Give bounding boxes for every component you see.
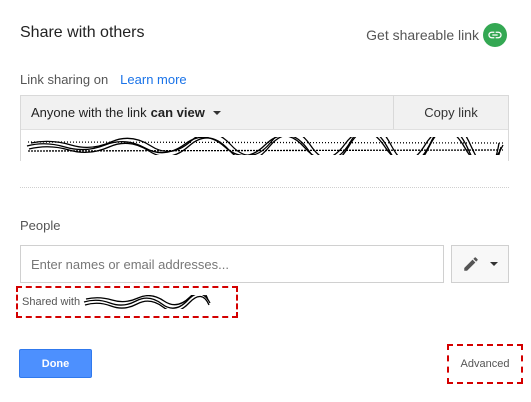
share-dialog: Share with others Get shareable link Lin…	[0, 0, 531, 402]
access-level: can view	[150, 105, 205, 120]
link-box: Anyone with the link can view Copy link	[20, 95, 509, 161]
shared-with-annotation: Shared with	[16, 286, 238, 318]
advanced-link[interactable]: Advanced	[447, 344, 523, 384]
pencil-icon	[464, 257, 478, 271]
caret-down-icon	[490, 262, 498, 266]
section-divider	[20, 187, 509, 188]
redacted-names-scribble	[83, 295, 211, 309]
dialog-title: Share with others	[20, 24, 145, 41]
access-prefix: Anyone with the link	[31, 105, 147, 120]
permission-dropdown-button[interactable]	[451, 245, 509, 283]
get-shareable-link-button[interactable]: Get shareable link	[366, 23, 507, 47]
copy-link-button[interactable]: Copy link	[393, 96, 508, 129]
redacted-link-scribble	[26, 136, 504, 155]
access-level-dropdown[interactable]: Anyone with the link can view	[21, 96, 393, 129]
link-sharing-status: Link sharing on	[20, 72, 109, 87]
shared-with-label: Shared with	[22, 296, 81, 308]
done-button[interactable]: Done	[19, 349, 92, 378]
link-sharing-row: Link sharing on Learn more	[20, 72, 187, 87]
caret-down-icon	[212, 110, 221, 115]
people-input[interactable]	[20, 245, 444, 283]
link-icon	[483, 23, 507, 47]
people-label: People	[20, 218, 61, 233]
share-link-field[interactable]	[21, 130, 508, 161]
learn-more-link[interactable]: Learn more	[120, 72, 186, 87]
link-box-header: Anyone with the link can view Copy link	[21, 96, 508, 130]
get-shareable-link-label: Get shareable link	[366, 27, 479, 43]
